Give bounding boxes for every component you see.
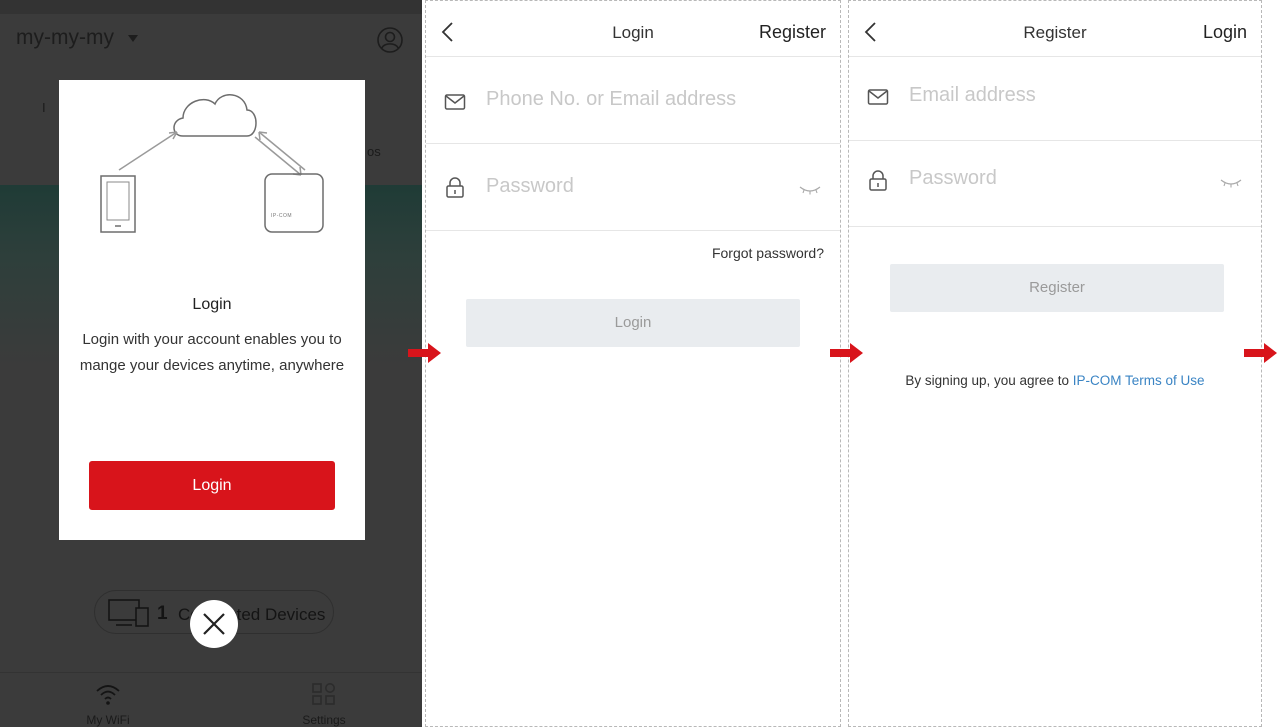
close-modal-button[interactable]: [190, 600, 238, 648]
close-icon: [203, 613, 225, 635]
background-fragment: os: [367, 144, 381, 159]
eye-closed-icon[interactable]: [1219, 176, 1243, 190]
password-input[interactable]: [909, 167, 1209, 190]
wifi-icon: [96, 685, 120, 705]
modal-title: Login: [192, 296, 232, 313]
modal-description: Login with your account enables you to m…: [79, 331, 345, 374]
login-button[interactable]: Login: [466, 299, 800, 347]
login-prompt-modal: IP-COM Login Login with your account ena…: [59, 80, 365, 540]
devices-icon: [108, 599, 149, 627]
email-input[interactable]: [909, 84, 1209, 107]
status-bar: [0, 0, 422, 14]
modal-login-button[interactable]: Login: [89, 461, 335, 510]
envelope-icon: [444, 94, 466, 110]
flow-arrow-icon: [830, 343, 863, 363]
cloud-sync-illustration: [100, 94, 324, 233]
register-screen: Register Login Register By signing up, y…: [848, 0, 1262, 727]
password-input[interactable]: [486, 175, 786, 198]
tab-my-wifi[interactable]: My WiFi: [48, 673, 168, 727]
lock-icon: [446, 177, 464, 198]
register-link[interactable]: Register: [759, 22, 826, 43]
router-brand-label: IP-COM: [271, 213, 293, 219]
terms-notice: By signing up, you agree to IP-COM Terms…: [849, 373, 1261, 388]
home-topbar: my-my-my: [0, 14, 422, 66]
account-icon[interactable]: [376, 26, 404, 54]
lock-icon: [869, 170, 887, 191]
network-name[interactable]: my-my-my: [16, 26, 114, 50]
envelope-icon: [867, 89, 889, 105]
register-button[interactable]: Register: [890, 264, 1224, 312]
account-field-row: [426, 58, 840, 144]
tab-settings[interactable]: Settings: [264, 673, 384, 727]
password-field-row: [849, 141, 1261, 227]
tab-label: My WiFi: [86, 713, 130, 727]
eye-closed-icon[interactable]: [798, 183, 822, 197]
tab-bar: My WiFi Settings: [0, 672, 422, 727]
login-screen: Login Register Forgot password? Login: [425, 0, 841, 727]
caret-down-icon[interactable]: [128, 35, 138, 42]
forgot-password-link[interactable]: Forgot password?: [712, 245, 824, 261]
devices-count: 1: [157, 603, 168, 624]
login-header: Login Register: [426, 1, 840, 57]
background-fragment: I: [42, 100, 46, 115]
tab-label: Settings: [302, 713, 346, 727]
terms-prefix: By signing up, you agree to: [905, 373, 1073, 388]
terms-of-use-link[interactable]: IP-COM Terms of Use: [1073, 373, 1205, 388]
account-input[interactable]: [486, 88, 786, 111]
flow-arrow-icon: [1244, 343, 1277, 363]
login-link[interactable]: Login: [1203, 22, 1247, 43]
home-screen: my-my-my I os 1 Connected Devices My WiF…: [0, 0, 422, 727]
flow-arrow-icon: [408, 343, 441, 363]
page-title: Register: [1023, 23, 1087, 42]
register-header: Register Login: [849, 1, 1261, 57]
grid-settings-icon: [312, 683, 335, 705]
email-field-row: [849, 58, 1261, 141]
password-field-row: [426, 145, 840, 231]
